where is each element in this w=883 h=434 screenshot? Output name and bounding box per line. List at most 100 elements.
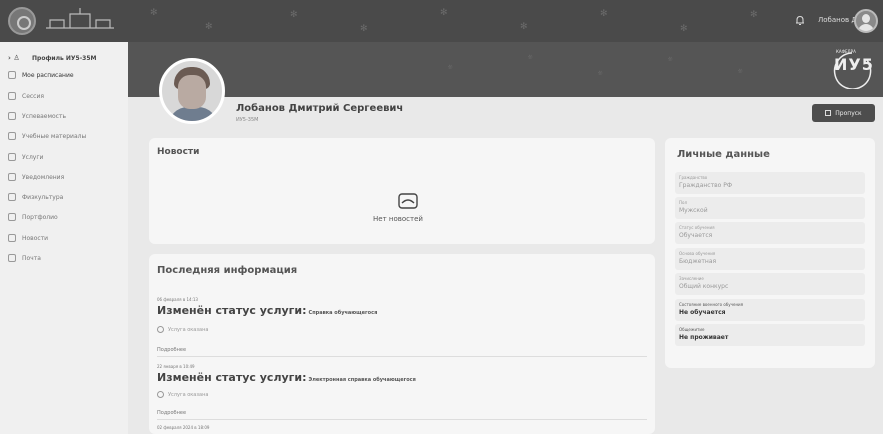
heart-icon bbox=[8, 193, 16, 201]
sidebar-item-portfolio[interactable]: Портфолио bbox=[8, 210, 126, 224]
event-status: Услуга оказана bbox=[157, 326, 208, 333]
sidebar-item-label: Портфолио bbox=[22, 213, 58, 221]
field-label: Гражданство bbox=[679, 175, 708, 180]
sidebar-item-materials[interactable]: Учебные материалы bbox=[8, 129, 126, 143]
field-label: Общежитие bbox=[679, 327, 705, 332]
user-avatar[interactable] bbox=[854, 9, 878, 33]
sidebar-item-label: Услуги bbox=[22, 153, 44, 161]
sidebar-item-notifications[interactable]: Уведомления bbox=[8, 170, 126, 184]
profile-banner: ✻ ✻ ✻ ✻ ✻ bbox=[128, 42, 883, 97]
mail-icon bbox=[8, 254, 16, 262]
sidebar-item-label: Успеваемость bbox=[22, 112, 67, 120]
banner-pattern: ✻ bbox=[666, 55, 675, 64]
field-label: Статус обучения bbox=[679, 225, 715, 230]
field-value: Гражданство РФ bbox=[679, 182, 732, 189]
field-label: Пол bbox=[679, 200, 688, 205]
event-details-link[interactable]: Подробнее bbox=[157, 347, 186, 353]
portfolio-icon bbox=[8, 213, 16, 221]
snowflake-decoration: ✻ bbox=[290, 10, 298, 20]
sidebar-item-label: Почта bbox=[22, 254, 41, 262]
session-icon bbox=[8, 92, 16, 100]
field-enrollment: Зачисление Общий конкурс bbox=[675, 273, 865, 295]
banner-pattern: ✻ bbox=[446, 63, 455, 72]
badge-title: ИУ5 bbox=[834, 55, 874, 74]
sidebar-item-mail[interactable]: Почта bbox=[8, 251, 126, 265]
qr-icon bbox=[825, 110, 832, 116]
event-details-link[interactable]: Подробнее bbox=[157, 410, 186, 416]
profile-photo bbox=[159, 58, 225, 124]
bell-icon bbox=[8, 173, 16, 181]
sidebar-item-profile[interactable]: › ♙ Профиль ИУ5-35М bbox=[8, 51, 126, 65]
news-icon bbox=[8, 234, 16, 242]
check-circle-icon bbox=[157, 391, 164, 398]
sidebar-item-label: Новости bbox=[22, 234, 49, 242]
sidebar-item-session[interactable]: Сессия bbox=[8, 89, 126, 103]
event-date: 02 февраля 2024 в 18:09 bbox=[157, 425, 210, 430]
department-badge: КАФЕДРА ИУ5 bbox=[822, 49, 876, 89]
snowflake-decoration: ✻ bbox=[520, 22, 528, 32]
snowflake-decoration: ✻ bbox=[680, 24, 688, 34]
sidebar-item-label: Профиль ИУ5-35М bbox=[32, 54, 97, 62]
event-description: Справка обучающегося bbox=[308, 310, 378, 316]
sidebar-item-label: Физкультура bbox=[22, 193, 64, 201]
event-status: Услуга оказана bbox=[157, 391, 208, 398]
snowflake-decoration: ✻ bbox=[440, 8, 448, 18]
profile-name: Лобанов Дмитрий Сергеевич bbox=[236, 103, 404, 114]
field-military-training: Состояние военного обучения Не обучается bbox=[675, 299, 865, 321]
news-title: Новости bbox=[157, 147, 200, 157]
sidebar-item-schedule[interactable]: Мое расписание bbox=[8, 68, 126, 82]
field-value: Обучается bbox=[679, 232, 713, 239]
sidebar-item-label: Уведомления bbox=[22, 173, 65, 181]
pass-button[interactable]: Пропуск bbox=[812, 104, 875, 122]
calendar-icon bbox=[8, 71, 16, 79]
sidebar-item-services[interactable]: Услуги bbox=[8, 150, 126, 164]
snowflake-decoration: ✻ bbox=[750, 10, 758, 20]
field-dormitory: Общежитие Не проживает bbox=[675, 324, 865, 346]
badge-caption: КАФЕДРА bbox=[836, 49, 856, 54]
field-value: Не проживает bbox=[679, 334, 729, 341]
university-emblem-icon[interactable] bbox=[8, 7, 36, 35]
field-value: Бюджетная bbox=[679, 258, 717, 265]
sidebar-item-label: Учебные материалы bbox=[22, 132, 87, 140]
event-title: Изменён статус услуги: Электронная справк… bbox=[157, 371, 416, 384]
field-gender: Пол Мужской bbox=[675, 197, 865, 219]
banner-pattern: ✻ bbox=[596, 69, 605, 78]
university-building-logo[interactable] bbox=[44, 6, 116, 36]
event-title: Изменён статус услуги: Справка обучающего… bbox=[157, 304, 377, 317]
user-icon: › ♙ bbox=[8, 54, 20, 62]
services-icon bbox=[8, 153, 16, 161]
snowflake-decoration: ✻ bbox=[150, 8, 158, 18]
event-description: Электронная справка обучающегося bbox=[308, 377, 416, 383]
field-citizenship: Гражданство Гражданство РФ bbox=[675, 172, 865, 194]
sidebar-item-news[interactable]: Новости bbox=[8, 231, 126, 245]
banner-pattern: ✻ bbox=[736, 67, 745, 76]
event-status-text: Услуга оказана bbox=[168, 326, 209, 333]
progress-icon bbox=[8, 112, 16, 120]
field-label: Зачисление bbox=[679, 276, 704, 281]
latest-info-title: Последняя информация bbox=[157, 265, 298, 276]
latest-info-card bbox=[149, 254, 655, 434]
profile-group: ИУ5-35М bbox=[236, 117, 259, 123]
field-value: Мужской bbox=[679, 207, 708, 214]
sidebar-item-sport[interactable]: Физкультура bbox=[8, 190, 126, 204]
news-card bbox=[149, 138, 655, 244]
field-label: Состояние военного обучения bbox=[679, 302, 744, 307]
sidebar-item-progress[interactable]: Успеваемость bbox=[8, 109, 126, 123]
event-title-text: Изменён статус услуги: bbox=[157, 304, 307, 317]
sidebar-item-label: Мое расписание bbox=[22, 71, 74, 79]
book-icon bbox=[8, 132, 16, 140]
field-label: Основа обучения bbox=[679, 251, 716, 256]
event-date: 06 февраля в 14:13 bbox=[157, 297, 198, 302]
event-title-text: Изменён статус услуги: bbox=[157, 371, 307, 384]
field-study-basis: Основа обучения Бюджетная bbox=[675, 248, 865, 270]
banner-pattern: ✻ bbox=[526, 53, 535, 62]
pass-button-label: Пропуск bbox=[835, 109, 862, 117]
snowflake-decoration: ✻ bbox=[600, 9, 608, 19]
field-value: Не обучается bbox=[679, 309, 726, 316]
event-divider bbox=[157, 356, 647, 357]
sidebar-item-label: Сессия bbox=[22, 92, 44, 100]
news-empty-text: Нет новостей bbox=[373, 215, 423, 223]
field-study-status: Статус обучения Обучается bbox=[675, 222, 865, 244]
field-value: Общий конкурс bbox=[679, 283, 729, 290]
bell-icon[interactable] bbox=[795, 15, 805, 26]
